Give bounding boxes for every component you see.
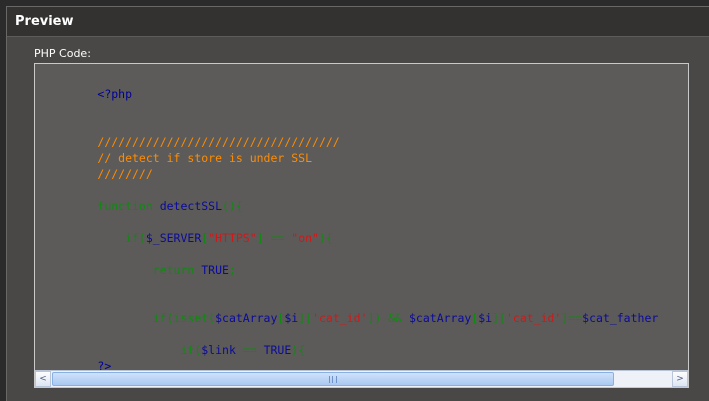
string: 'cat_id' — [505, 311, 562, 325]
php-open-tag: <?php — [97, 87, 133, 101]
grip-icon — [329, 376, 337, 383]
code-box[interactable]: <?php //////////////////////////////////… — [34, 63, 689, 388]
string: "on" — [291, 231, 319, 245]
keyword: if( — [97, 343, 202, 357]
constant: TRUE — [201, 263, 229, 277]
variable: $link — [201, 343, 236, 357]
punctuation: ][ — [298, 311, 313, 325]
scroll-left-button[interactable]: < — [35, 371, 51, 387]
keyword: return — [97, 263, 202, 277]
punctuation: ){ — [291, 343, 306, 357]
operator: ]== — [561, 311, 583, 325]
code-line: <?php — [42, 70, 132, 118]
code-area[interactable]: <?php //////////////////////////////////… — [35, 64, 688, 370]
code-label: PHP Code: — [34, 47, 91, 60]
variable: $i — [284, 311, 299, 325]
chevron-left-icon: < — [39, 374, 47, 384]
variable: $catArray — [215, 311, 278, 325]
operator: ] == — [256, 231, 292, 245]
keyword: if(isset( — [97, 311, 216, 325]
chevron-right-icon: > — [676, 374, 684, 384]
variable: $i — [478, 311, 493, 325]
punctuation: (){ — [222, 199, 243, 213]
keyword: function — [97, 199, 153, 213]
constant: TRUE — [263, 343, 292, 357]
code-line: return TRUE; — [42, 246, 236, 294]
variable: $catArray — [409, 311, 472, 325]
php-close-tag: ?> — [97, 359, 112, 370]
punctuation: ){ — [318, 231, 333, 245]
keyword: if( — [97, 231, 146, 245]
function-name: detectSSL — [152, 199, 223, 213]
comment: //////// — [97, 167, 153, 181]
code-line: ?> — [42, 342, 111, 370]
operator: == — [235, 343, 264, 357]
punctuation: ][ — [492, 311, 506, 325]
punctuation: ; — [228, 263, 236, 277]
scrollbar-thumb[interactable] — [52, 372, 614, 386]
panel-header: Preview — [7, 7, 709, 37]
string: 'cat_id' — [312, 311, 368, 325]
variable: $cat_father — [582, 311, 659, 325]
variable: $_SERVER — [145, 231, 202, 245]
operator: ]) && — [367, 311, 409, 325]
horizontal-scrollbar[interactable]: < > — [35, 370, 688, 387]
scroll-right-button[interactable]: > — [672, 371, 688, 387]
string: "HTTPS" — [208, 231, 257, 245]
preview-panel: Preview PHP Code: <?php ////////////////… — [6, 6, 709, 401]
panel-title: Preview — [15, 14, 74, 29]
